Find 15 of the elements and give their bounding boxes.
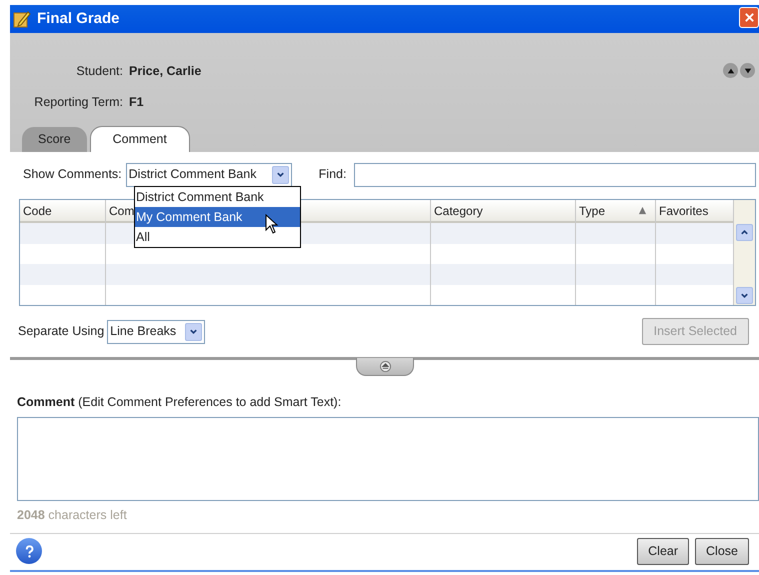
column-label: Favorites [659,202,708,220]
field-label: Show Comments: [23,166,122,184]
column-label: Code [23,202,52,220]
comment-label: Comment (Edit Comment Preferences to add Smart Text): [16,394,342,411]
column-label: Category [434,202,483,220]
column-label: Com [109,202,134,220]
field-value: F1 [129,94,144,111]
field-label: Find: [318,166,346,184]
field-label: Student: [75,63,123,80]
field-label: Reporting Term: [33,94,123,111]
characters-left-text: 2048 characters left [16,506,128,524]
column-label: Type [579,202,606,220]
field-value: Price, Carlie [129,63,202,80]
field-label: Separate Using [18,323,104,340]
window-title: Final Grade [37,8,120,29]
